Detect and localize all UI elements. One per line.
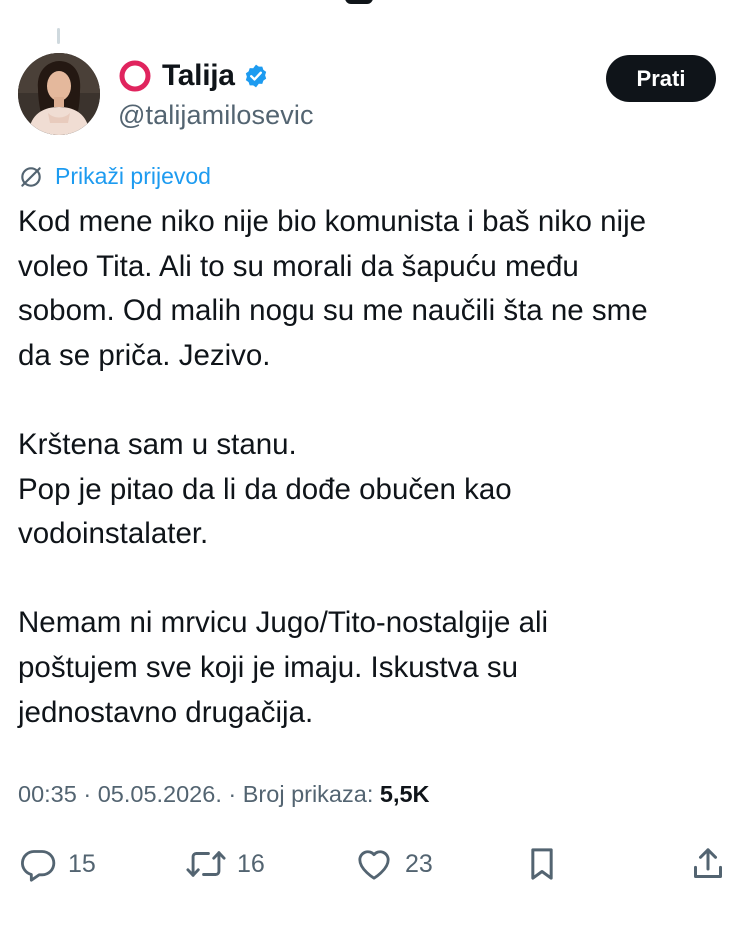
tweet-text-line: Krštena sam u stanu. [18,427,297,461]
translate-icon [18,164,44,190]
tweet-text-line: Kod mene niko nije bio komunista i baš n… [18,205,647,238]
author-display-name[interactable]: Talija [162,59,235,93]
thread-connector-line [57,28,60,44]
tweet-time[interactable]: 00:35 [18,781,77,807]
like-count: 23 [405,849,433,878]
meta-separator: · [221,781,243,807]
tweet-text: Kod mene niko nije bio komunista i baš n… [18,200,738,735]
tweet-text-line: jednostavno drugačija. [18,695,314,729]
share-icon [688,844,728,884]
bookmark-icon [522,844,562,884]
reply-icon [18,844,58,884]
tweet-text-line: da se priča. Jezivo. [18,338,271,372]
tweet-meta: 00:35 · 05.05.2026. · Broj prikaza: 5,5K [18,781,430,808]
author-handle[interactable]: @talijamilosevic [118,100,314,131]
author-name-row: Talija [118,56,314,96]
follow-button[interactable]: Prati [606,55,716,102]
repost-button[interactable]: 16 [185,840,265,888]
tweet-text-line: Nemam ni mrvicu Jugo/Tito-nostalgije ali [18,606,549,640]
previous-tweet-fragment [345,0,373,4]
tweet-date[interactable]: 05.05.2026. [98,781,222,807]
views-count[interactable]: 5,5K [380,781,430,807]
tweet-text-line: sobom. Od malih nogu su me naučili šta n… [18,294,648,328]
tweet-text-line: poštujem sve koji je imaju. Iskustva su [18,650,519,684]
show-translation-link[interactable]: Prikaži prijevod [18,163,211,190]
red-circle-emoji-icon [118,59,152,93]
reply-button[interactable]: 15 [18,840,96,888]
avatar[interactable] [18,53,100,135]
reply-count: 15 [68,849,96,878]
tweet-actions: 15 16 23 [0,840,750,888]
heart-icon [353,844,395,884]
views-label: Broj prikaza: [242,781,374,807]
repost-count: 16 [237,849,265,878]
author-block: Talija @talijamilosevic [118,56,314,131]
show-translation-label[interactable]: Prikaži prijevod [55,163,211,190]
tweet-text-line: voleo Tita. Ali to su morali da šapuću m… [18,249,579,283]
tweet-text-line: vodoinstalater. [18,517,209,551]
meta-separator: · [76,781,98,807]
repost-icon [185,844,227,884]
bookmark-button[interactable] [522,840,562,888]
verified-badge-icon [243,63,269,89]
like-button[interactable]: 23 [353,840,433,888]
tweet-text-line: Pop je pitao da li da dođe obučen kao [18,472,512,506]
share-button[interactable] [688,840,728,888]
